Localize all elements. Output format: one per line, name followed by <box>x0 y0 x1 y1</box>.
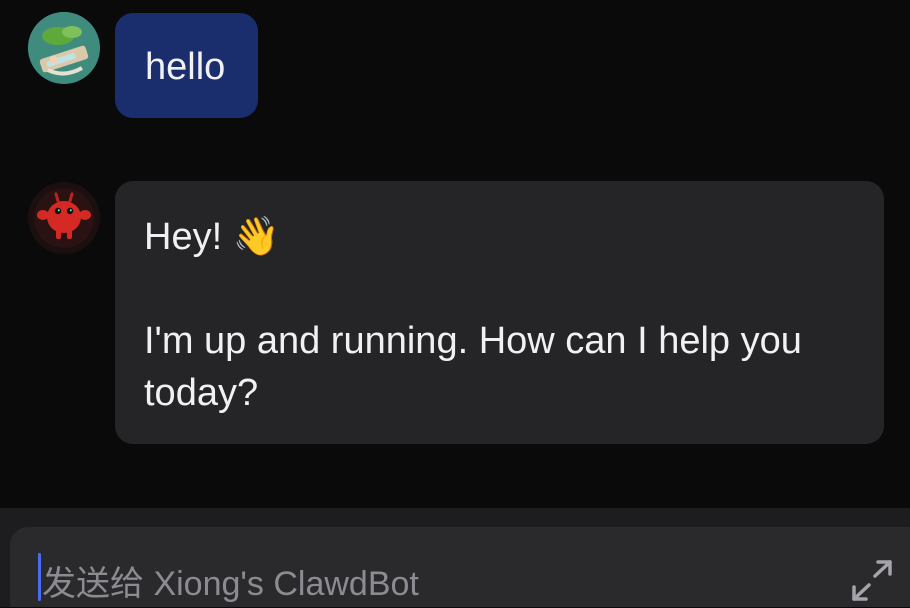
bot-greeting-text: Hey! 👋 <box>144 216 281 258</box>
bot-message-bubble: Hey! 👋 I'm up and running. How can I hel… <box>115 181 884 444</box>
user-message-bubble: hello <box>115 13 258 118</box>
user-message-text: hello <box>145 46 226 88</box>
bot-message-text: I'm up and running. How can I help you t… <box>144 320 802 414</box>
red-crab-bot-icon <box>28 182 100 254</box>
expand-button[interactable] <box>848 559 896 603</box>
user-avatar-photo-icon <box>28 12 100 84</box>
text-caret <box>38 553 41 601</box>
chat-thread: hello Hey! 👋 I'm up and running. How can… <box>0 0 910 508</box>
expand-arrows-icon <box>852 560 892 601</box>
user-avatar[interactable] <box>28 12 100 84</box>
message-input-placeholder: 发送给 Xiong's ClawdBot <box>42 565 419 603</box>
bot-avatar[interactable] <box>28 182 100 254</box>
